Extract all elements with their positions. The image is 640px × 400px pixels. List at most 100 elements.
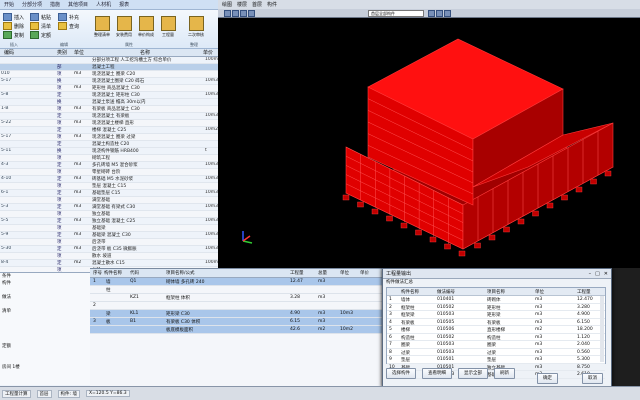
table-row[interactable]: 项 后浇带	[0, 239, 218, 246]
viewport-tab[interactable]: 构件	[267, 1, 277, 8]
rotate-tool-icon[interactable]	[232, 10, 239, 17]
column-header[interactable]: 工程量	[577, 289, 591, 295]
table-row[interactable]: 项 散水 坡道	[0, 253, 218, 260]
supplement-button[interactable]: 补充	[58, 13, 79, 21]
ribbon-tab[interactable]: 人材机	[96, 1, 111, 8]
layer-tool-icon[interactable]	[428, 10, 435, 17]
table-row[interactable]: 8 过梁 010503 过梁 m3 0.560	[387, 349, 605, 356]
table-row[interactable]: 项 零星砌砖 台阶	[0, 169, 218, 176]
maximize-icon[interactable]: □	[595, 271, 600, 277]
organize-bill-button[interactable]: 整理清单	[92, 16, 112, 38]
select-component-button[interactable]: 选择构件	[386, 368, 416, 379]
column-header[interactable]: 总量	[318, 270, 327, 276]
minimize-icon[interactable]: –	[589, 271, 592, 277]
property-item[interactable]: 房间 1楼	[0, 364, 90, 371]
table-row[interactable]: 项 砌筑工程	[0, 155, 218, 162]
table-row[interactable]: 5 楼梯 010506 直形楼梯 m2 18.200	[387, 326, 605, 334]
column-header[interactable]: 序号	[93, 270, 102, 276]
table-row[interactable]: 4 有梁板 010505 有梁板 m3 6.150	[387, 319, 605, 326]
bill-button[interactable]: 清单	[30, 22, 51, 30]
copy-button[interactable]: 复制	[3, 31, 24, 39]
table-row[interactable]: 换 混凝土泵送 檐高 30m以内	[0, 99, 218, 106]
table-row[interactable]: 3 框架梁 010503 矩形梁 m3 4.900	[387, 311, 605, 319]
table-row[interactable]: 项 满堂基础	[0, 197, 218, 204]
property-item[interactable]: 定额	[0, 343, 90, 350]
table-row[interactable]: 5-22 项 m3 现浇混凝土楼梯 直形	[0, 120, 218, 127]
review-button[interactable]: 二次审核	[186, 16, 206, 38]
property-item[interactable]	[0, 322, 90, 329]
property-item[interactable]: 条件	[0, 273, 90, 280]
table-row[interactable]: 1-B 项 m3 有梁板 商品混凝土 C30	[0, 106, 218, 113]
insert-button[interactable]: 插入	[3, 13, 24, 21]
refresh-button[interactable]: 刷新	[494, 368, 515, 379]
table-row[interactable]: 3 板 B1 有梁板 C30 体积 6.15 m3	[90, 318, 382, 326]
column-header[interactable]: 类别	[57, 49, 67, 56]
table-row[interactable]: 5-17 换 现浇混凝土圈梁 C20 碎石 10m3	[0, 78, 218, 85]
table-row[interactable]: 5-9 定 m3 基础梁 混凝土 C30 10m3	[0, 232, 218, 239]
table-row[interactable]: 5-30 定 m3 后浇带 板 C35 微膨胀 10m3	[0, 246, 218, 253]
table-row[interactable]: 5-11 换 现浇构件钢筋 HRB400 t	[0, 148, 218, 155]
property-item[interactable]	[0, 287, 90, 294]
column-header[interactable]: 构件名称	[401, 289, 419, 295]
building-3d-model[interactable]	[218, 17, 640, 268]
column-header[interactable]: 单价	[203, 49, 213, 56]
show-all-button[interactable]: 显示全部	[458, 368, 488, 379]
query-button[interactable]: 查询	[58, 22, 79, 30]
pan-tool-icon[interactable]	[240, 10, 247, 17]
table-row[interactable]: 1 墙 Q1 砌体墙 多孔砖 240 12.47 m3	[90, 278, 382, 286]
property-item[interactable]	[0, 329, 90, 336]
column-header[interactable]: 项目名称	[487, 289, 505, 295]
zoom-tool-icon[interactable]	[248, 10, 255, 17]
column-header[interactable]: 单位	[74, 49, 84, 56]
property-item[interactable]	[0, 315, 90, 322]
display-tool-icon[interactable]	[436, 10, 443, 17]
property-item[interactable]: 构件	[0, 280, 90, 287]
ribbon-tab[interactable]: 报表	[119, 1, 129, 8]
3d-viewport[interactable]: 绘图 楼层 首层 构件 首层全部构件	[218, 0, 640, 268]
table-row[interactable]: 5-5 定 m3 独立基础 混凝土 C25 10m3	[0, 218, 218, 225]
quantity-button[interactable]: 工程量	[158, 16, 178, 38]
table-row[interactable]: 项 基础梁	[0, 225, 218, 232]
column-header[interactable]: 构件名称	[104, 270, 122, 276]
column-header[interactable]: 做法编号	[437, 289, 455, 295]
install-fee-button[interactable]: 安装费用	[114, 16, 134, 38]
table-row[interactable]: 定 混凝土构造柱 C20	[0, 141, 218, 148]
table-row[interactable]: 1 墙体 010401 砖砌体 m3 12.470	[387, 296, 605, 304]
select-tool-icon[interactable]	[224, 10, 231, 17]
quota-button[interactable]: 定额	[30, 31, 51, 39]
measure-tool-icon[interactable]	[444, 10, 451, 17]
table-row[interactable]: KZ1 框架柱 体积 3.28 m3	[90, 294, 382, 302]
property-item[interactable]	[0, 336, 90, 343]
property-item[interactable]	[0, 350, 90, 357]
table-row[interactable]: 5-3 定 m3 满堂基础 有梁式 C30 10m3	[0, 204, 218, 211]
column-header[interactable]: 工程量	[290, 270, 370, 276]
column-header[interactable]: 单价	[360, 270, 369, 276]
table-row[interactable]: 梁 KL1 矩形梁 C30 4.90 m3 10m3	[90, 310, 382, 318]
ribbon-tab[interactable]: 其他项目	[68, 1, 88, 8]
table-row[interactable]: 板底模板面积 42.6 m2 10m2	[90, 326, 382, 334]
unit-price-button[interactable]: 单价构成	[136, 16, 156, 38]
table-row[interactable]: 5-8 定 现浇混凝土 矩形柱 C30 10m3	[0, 92, 218, 99]
viewport-tab[interactable]: 绘图	[222, 1, 232, 8]
table-row[interactable]: 6 构造柱 010502 构造柱 m3 1.120	[387, 334, 605, 341]
table-row[interactable]: 5-17 项 m3 现浇混凝土 圈梁 过梁	[0, 134, 218, 141]
property-item[interactable]	[0, 301, 90, 308]
table-row[interactable]: 7 圈梁 010503 圈梁 m3 2.040	[387, 341, 605, 349]
column-header[interactable]: 项目名称/公式	[166, 270, 195, 276]
dialog-scrollbar[interactable]	[600, 296, 604, 362]
table-row[interactable]: 定 楼梯 混凝土 C25 10m2	[0, 127, 218, 134]
close-icon[interactable]: ✕	[604, 271, 608, 277]
table-row[interactable]: 定 现浇混凝土 有梁板 10m3	[0, 113, 218, 120]
ribbon-tab[interactable]: 开始	[4, 1, 14, 8]
view-detail-button[interactable]: 查看明细	[422, 368, 452, 379]
property-item[interactable]	[0, 357, 90, 364]
table-row[interactable]: 柱	[90, 286, 382, 294]
view-select[interactable]: 首层全部构件	[368, 10, 424, 17]
table-row[interactable]: 6-1 定 m3 基础垫层 C15 10m3	[0, 190, 218, 197]
table-row[interactable]: 4-10 定 m3 砖基础 M5 水泥砂浆 10m3	[0, 176, 218, 183]
column-header[interactable]: 单位	[340, 270, 349, 276]
column-header[interactable]: 名称	[140, 49, 150, 56]
table-row[interactable]: 项 垫层 混凝土 C15	[0, 183, 218, 190]
paste-button[interactable]: 粘贴	[30, 13, 51, 21]
table-row[interactable]: 9 垫层 010501 垫层 m3 5.300	[387, 356, 605, 364]
